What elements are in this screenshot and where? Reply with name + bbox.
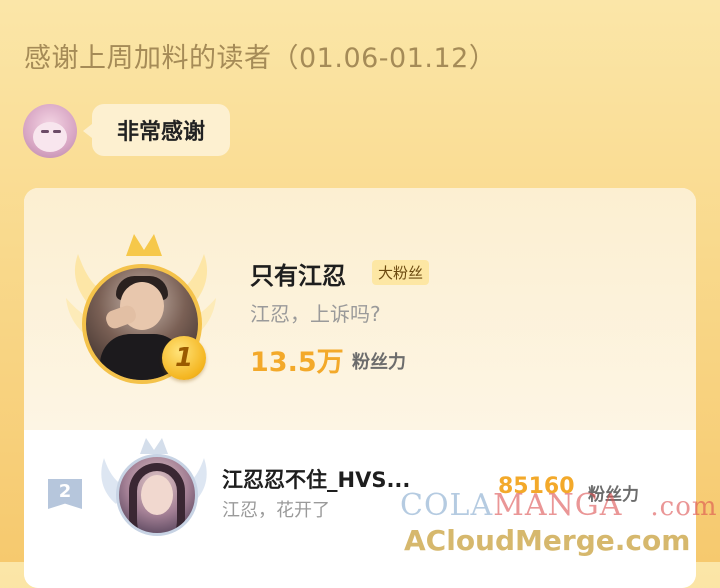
thanks-bubble: 非常感谢 [83, 104, 230, 156]
watermark-colamanga: COLAMANGA .com [400, 488, 718, 523]
user-avatar[interactable] [116, 454, 198, 536]
user-message: 江忍，上诉吗? [250, 302, 381, 326]
user-name[interactable]: 江忍忍不住_HVS... [222, 464, 410, 494]
author-avatar[interactable] [23, 104, 77, 158]
gold-medal-icon: 1 [162, 336, 206, 380]
user-name[interactable]: 只有江忍 [250, 256, 346, 291]
rank-badge: 2 [48, 479, 82, 509]
watermark-acloudmerge: ACloudMerge.com [404, 524, 691, 557]
user-message: 江忍，花开了 [222, 500, 330, 521]
fan-power-value: 13.5万 [250, 347, 344, 378]
leaderboard-row-1[interactable]: 1 只有江忍 大粉丝 江忍，上诉吗? 13.5万 粉丝力 [24, 188, 696, 430]
thanks-label: 非常感谢 [116, 120, 205, 145]
page-title: 感谢上周加料的读者（01.06-01.12） [24, 43, 497, 74]
fan-badge: 大粉丝 [372, 260, 430, 285]
fan-power-label: 粉丝力 [352, 352, 406, 373]
